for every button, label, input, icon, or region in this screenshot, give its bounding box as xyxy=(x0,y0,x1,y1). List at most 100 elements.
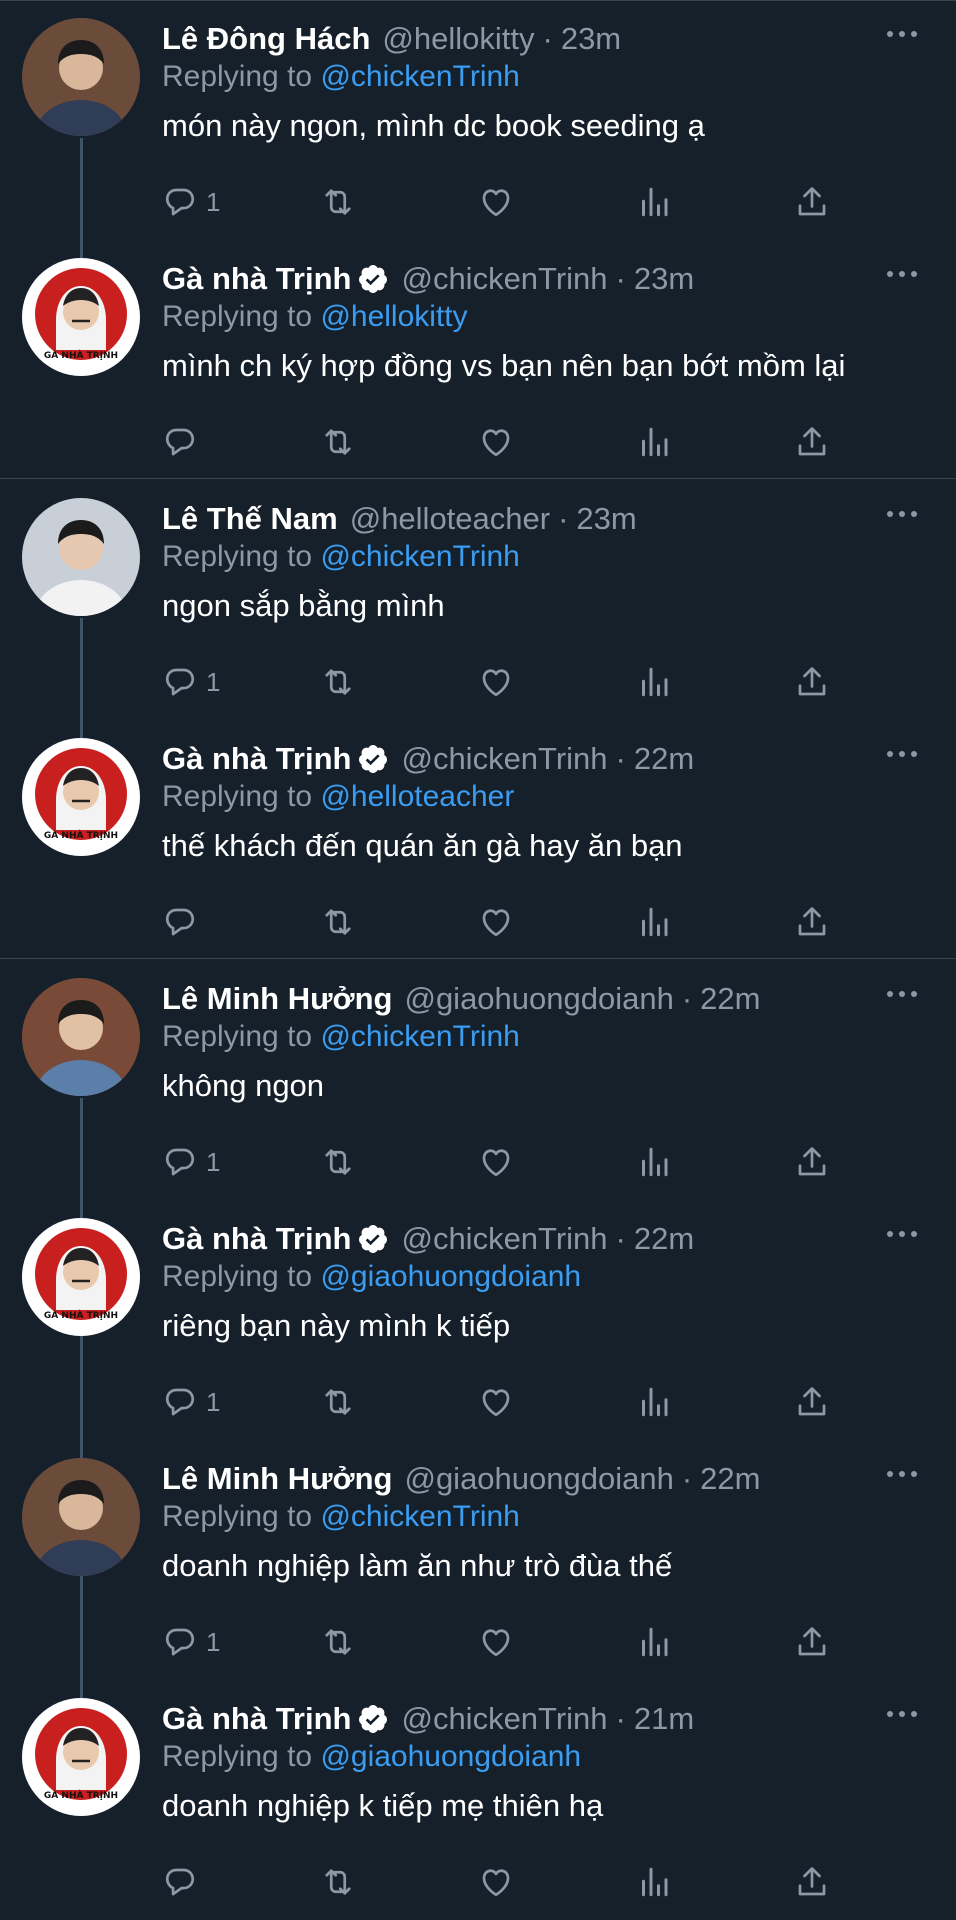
analytics-button[interactable] xyxy=(636,660,672,704)
tweet[interactable]: Lê Đông Hách @hellokitty · 23m Replying … xyxy=(0,0,956,240)
tweet[interactable]: GÀ NHÀ TRỊNH Gà nhà Trịnh @chickenTrinh … xyxy=(0,1200,956,1440)
share-button[interactable] xyxy=(794,1860,830,1904)
chicken-brand-logo-avatar[interactable]: GÀ NHÀ TRỊNH xyxy=(22,738,140,856)
share-button[interactable] xyxy=(794,1380,830,1424)
share-button[interactable] xyxy=(794,180,830,224)
analytics-button[interactable] xyxy=(636,1140,672,1184)
analytics-button[interactable] xyxy=(636,1620,672,1664)
share-icon xyxy=(798,1387,826,1416)
user-handle[interactable]: @hellokitty xyxy=(382,21,534,57)
user-handle[interactable]: @chickenTrinh xyxy=(401,741,607,777)
like-button[interactable] xyxy=(478,1860,514,1904)
more-options-icon[interactable] xyxy=(882,982,922,1006)
like-button[interactable] xyxy=(478,660,514,704)
tweet[interactable]: GÀ NHÀ TRỊNH Gà nhà Trịnh @chickenTrinh … xyxy=(0,720,956,960)
more-options-icon[interactable] xyxy=(882,22,922,46)
more-options-icon[interactable] xyxy=(882,1702,922,1726)
display-name[interactable]: Gà nhà Trịnh xyxy=(162,1701,351,1737)
chicken-brand-logo-avatar[interactable]: GÀ NHÀ TRỊNH xyxy=(22,258,140,376)
reply-button[interactable]: 1 xyxy=(162,180,220,224)
timestamp[interactable]: 23m xyxy=(634,261,694,297)
timestamp[interactable]: 22m xyxy=(700,981,760,1017)
timestamp[interactable]: 23m xyxy=(576,501,636,537)
display-name[interactable]: Lê Thế Nam xyxy=(162,501,338,537)
analytics-button[interactable] xyxy=(636,1860,672,1904)
display-name[interactable]: Lê Minh Hưởng xyxy=(162,981,392,1017)
user-handle[interactable]: @giaohuongdoianh xyxy=(404,981,673,1017)
retweet-button[interactable] xyxy=(320,660,356,704)
analytics-button[interactable] xyxy=(636,900,672,944)
analytics-button[interactable] xyxy=(636,180,672,224)
person-photo-avatar[interactable] xyxy=(22,498,140,616)
tweet[interactable]: Lê Minh Hưởng @giaohuongdoianh · 22m Rep… xyxy=(0,1440,956,1680)
analytics-button[interactable] xyxy=(636,1380,672,1424)
more-options-icon[interactable] xyxy=(882,502,922,526)
timestamp[interactable]: 22m xyxy=(700,1461,760,1497)
person-photo-avatar[interactable] xyxy=(22,978,140,1096)
retweet-button[interactable] xyxy=(320,1860,356,1904)
reply-button[interactable]: 1 xyxy=(162,1140,220,1184)
display-name[interactable]: Gà nhà Trịnh xyxy=(162,1221,351,1257)
timestamp[interactable]: 22m xyxy=(634,1221,694,1257)
display-name[interactable]: Gà nhà Trịnh xyxy=(162,261,351,297)
replying-to-mention[interactable]: @giaohuongdoianh xyxy=(320,1740,581,1773)
reply-button[interactable] xyxy=(162,900,198,944)
display-name[interactable]: Lê Minh Hưởng xyxy=(162,1461,392,1497)
reply-button[interactable]: 1 xyxy=(162,1620,220,1664)
timestamp[interactable]: 22m xyxy=(634,741,694,777)
share-button[interactable] xyxy=(794,660,830,704)
like-button[interactable] xyxy=(478,1620,514,1664)
reply-button[interactable] xyxy=(162,1860,198,1904)
chicken-brand-logo-avatar[interactable]: GÀ NHÀ TRỊNH xyxy=(22,1218,140,1336)
share-button[interactable] xyxy=(794,900,830,944)
timestamp[interactable]: 23m xyxy=(561,21,621,57)
user-handle[interactable]: @giaohuongdoianh xyxy=(404,1461,673,1497)
more-options-icon[interactable] xyxy=(882,1462,922,1486)
retweet-button[interactable] xyxy=(320,180,356,224)
display-name[interactable]: Lê Đông Hách xyxy=(162,21,370,57)
tweet[interactable]: GÀ NHÀ TRỊNH Gà nhà Trịnh @chickenTrinh … xyxy=(0,240,956,480)
more-options-icon[interactable] xyxy=(882,742,922,766)
replying-to-mention[interactable]: @hellokitty xyxy=(320,300,467,333)
replying-to-mention[interactable]: @chickenTrinh xyxy=(320,1500,519,1533)
more-options-icon[interactable] xyxy=(882,262,922,286)
reply-count: 1 xyxy=(206,186,221,217)
share-button[interactable] xyxy=(794,1620,830,1664)
like-button[interactable] xyxy=(478,1380,514,1424)
replying-to-mention[interactable]: @giaohuongdoianh xyxy=(320,1260,581,1293)
retweet-button[interactable] xyxy=(320,1620,356,1664)
retweet-button[interactable] xyxy=(320,1140,356,1184)
person-photo-avatar[interactable] xyxy=(22,1458,140,1576)
tweet[interactable]: Lê Thế Nam @helloteacher · 23m Replying … xyxy=(0,480,956,720)
heart-icon xyxy=(482,1149,510,1177)
like-button[interactable] xyxy=(478,180,514,224)
share-button[interactable] xyxy=(794,420,830,464)
replying-to-mention[interactable]: @chickenTrinh xyxy=(320,540,519,573)
replying-to-mention[interactable]: @helloteacher xyxy=(320,780,514,813)
share-button[interactable] xyxy=(794,1140,830,1184)
timestamp[interactable]: 21m xyxy=(634,1701,694,1737)
tweet[interactable]: GÀ NHÀ TRỊNH Gà nhà Trịnh @chickenTrinh … xyxy=(0,1680,956,1920)
person-photo-avatar[interactable] xyxy=(22,18,140,136)
user-handle[interactable]: @chickenTrinh xyxy=(401,1221,607,1257)
more-options-icon[interactable] xyxy=(882,1222,922,1246)
reply-button[interactable] xyxy=(162,420,198,464)
reply-button[interactable]: 1 xyxy=(162,1380,220,1424)
like-button[interactable] xyxy=(478,1140,514,1184)
retweet-button[interactable] xyxy=(320,420,356,464)
reply-button[interactable]: 1 xyxy=(162,660,220,704)
user-handle[interactable]: @helloteacher xyxy=(350,501,550,537)
retweet-button[interactable] xyxy=(320,1380,356,1424)
user-handle[interactable]: @chickenTrinh xyxy=(401,1701,607,1737)
user-handle[interactable]: @chickenTrinh xyxy=(401,261,607,297)
analytics-button[interactable] xyxy=(636,420,672,464)
display-name[interactable]: Gà nhà Trịnh xyxy=(162,741,351,777)
verified-badge-icon xyxy=(357,263,389,295)
replying-to-mention[interactable]: @chickenTrinh xyxy=(320,60,519,93)
like-button[interactable] xyxy=(478,900,514,944)
chicken-brand-logo-avatar[interactable]: GÀ NHÀ TRỊNH xyxy=(22,1698,140,1816)
replying-to-mention[interactable]: @chickenTrinh xyxy=(320,1020,519,1053)
retweet-button[interactable] xyxy=(320,900,356,944)
tweet[interactable]: Lê Minh Hưởng @giaohuongdoianh · 22m Rep… xyxy=(0,960,956,1200)
like-button[interactable] xyxy=(478,420,514,464)
